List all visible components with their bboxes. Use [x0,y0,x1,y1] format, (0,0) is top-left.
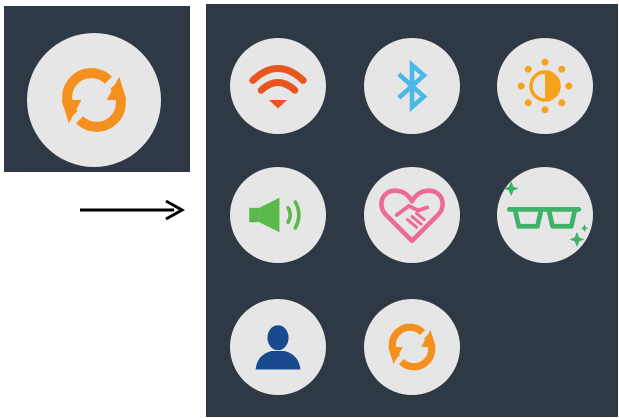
preview-sync-tile [27,33,161,167]
sync-tile[interactable] [364,299,460,395]
wifi-tile[interactable] [230,38,326,134]
wifi-icon [249,65,307,109]
sync-icon [388,323,436,371]
volume-tile[interactable] [230,167,326,263]
heart-handshake-icon [379,188,445,244]
icon-grid-panel [206,4,618,417]
bluetooth-tile[interactable] [364,38,460,134]
brightness-icon [517,58,573,114]
glasses-tile[interactable] [497,167,593,263]
heart-tile[interactable] [364,167,460,263]
sync-icon [61,68,127,132]
volume-icon [249,197,301,233]
brightness-tile[interactable] [497,38,593,134]
sparkle-glasses-icon [503,181,589,247]
bluetooth-icon [397,59,428,113]
preview-panel [4,6,190,172]
user-icon [255,325,301,370]
user-tile[interactable] [230,299,326,395]
right-arrow-icon [80,199,186,221]
